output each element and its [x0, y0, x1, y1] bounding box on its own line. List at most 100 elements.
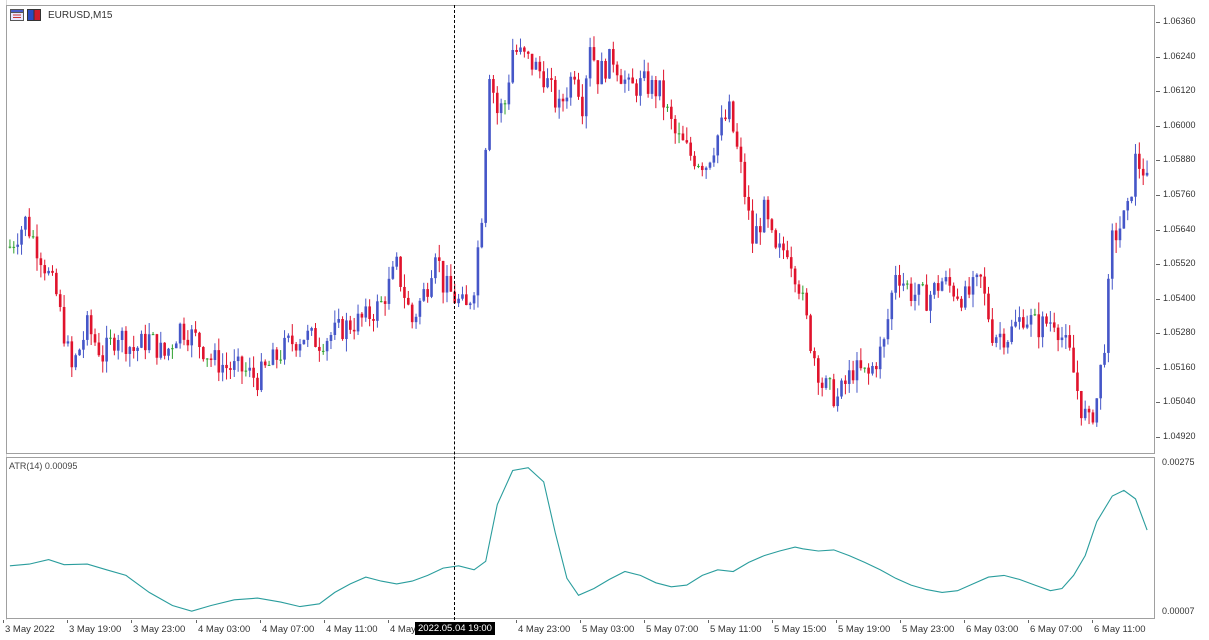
price-pane[interactable]: [6, 5, 1155, 454]
candle: [619, 68, 623, 85]
candle-body: [356, 313, 360, 332]
candle: [1045, 313, 1048, 327]
candle: [287, 333, 290, 343]
candle-body: [345, 320, 348, 340]
candle: [975, 273, 979, 287]
candle-body: [1037, 314, 1041, 338]
time-tick-label: 6 May 07:00: [1030, 624, 1083, 635]
candle-body: [225, 364, 228, 369]
candle-body: [434, 257, 437, 279]
candle: [1103, 344, 1106, 368]
candle-body: [379, 301, 383, 303]
price-tick-label: 1.06120: [1163, 85, 1196, 96]
candle-body: [666, 106, 669, 108]
candle: [828, 377, 832, 390]
candle-body: [174, 343, 178, 349]
candle-body: [1029, 315, 1033, 325]
atr-chart[interactable]: [7, 458, 1154, 618]
candle: [155, 333, 159, 365]
candle: [530, 53, 534, 76]
candle: [596, 60, 600, 94]
candle-body: [484, 149, 487, 223]
candle: [314, 323, 317, 348]
atr-axis[interactable]: 0.00275 0.00007: [1156, 456, 1209, 620]
candle-body: [557, 98, 561, 108]
candle-body: [159, 342, 163, 358]
candle: [298, 338, 302, 358]
candle: [639, 70, 642, 106]
price-tick-label: 1.05640: [1163, 223, 1196, 234]
candlestick-chart[interactable]: [7, 6, 1154, 453]
candle: [847, 360, 851, 393]
candle: [302, 339, 306, 345]
candle-body: [836, 396, 839, 407]
time-tick-label: 4 May 23:00: [518, 624, 571, 635]
candle: [940, 277, 944, 292]
candle-body: [693, 155, 696, 167]
candle: [345, 312, 348, 352]
candle: [163, 342, 166, 360]
candle: [519, 38, 522, 55]
candle-body: [205, 358, 209, 360]
candle: [47, 267, 50, 276]
candle: [426, 282, 429, 303]
candle-body: [1134, 153, 1137, 197]
candle-body: [813, 350, 816, 359]
chart-window[interactable]: EURUSD,M15 ATR(14) 0.00095 1.06360 1.0624…: [0, 0, 1209, 640]
candle: [310, 326, 313, 336]
candle-body: [1110, 230, 1114, 279]
candle-body: [685, 140, 689, 143]
candle-body: [1056, 327, 1060, 341]
candle-body: [318, 346, 321, 351]
candle: [290, 324, 294, 352]
candle: [739, 137, 743, 174]
candle: [480, 218, 484, 249]
candle-body: [658, 80, 662, 97]
candle-body: [975, 274, 979, 278]
candle: [642, 59, 646, 82]
candle: [174, 341, 178, 349]
price-axis[interactable]: 1.06360 1.06240 1.06120 1.06000 1.05880 1.057…: [1156, 0, 1209, 456]
candle-body: [209, 358, 213, 361]
price-tick-mark: [1156, 125, 1160, 127]
candle-body: [797, 284, 801, 294]
candle: [306, 324, 310, 348]
candle-body: [66, 341, 70, 344]
candle: [387, 266, 391, 310]
candle: [62, 295, 66, 347]
candle: [8, 239, 12, 249]
candle: [681, 125, 685, 141]
candle-body: [399, 256, 402, 287]
candle: [836, 388, 839, 412]
candle: [341, 316, 344, 341]
candle-body: [302, 339, 306, 345]
candle-body: [902, 283, 905, 286]
candle-body: [991, 319, 994, 343]
candle-body: [998, 333, 1002, 338]
candle-body: [93, 334, 97, 343]
candle: [468, 301, 472, 310]
atr-pane[interactable]: [6, 457, 1155, 619]
candle: [615, 61, 619, 82]
candle-body: [573, 76, 576, 80]
candle-body: [530, 53, 534, 70]
candle-body: [1025, 324, 1029, 328]
candle: [824, 375, 828, 390]
candle-body: [1138, 153, 1141, 169]
candle: [670, 99, 673, 130]
candle-body: [844, 380, 847, 384]
candle-body: [383, 301, 387, 304]
candle: [875, 362, 878, 378]
time-tick-mark: [644, 620, 645, 623]
candle-body: [871, 365, 874, 374]
time-axis[interactable]: 3 May 2022 3 May 19:00 3 May 23:00 4 May 03…: [0, 620, 1209, 640]
time-tick-mark: [772, 620, 773, 623]
candle: [66, 335, 70, 347]
candle-body: [828, 378, 832, 380]
candle: [205, 358, 209, 367]
candle: [140, 330, 143, 349]
price-tick-label: 1.05760: [1163, 188, 1196, 199]
chart-window-icon: [10, 9, 24, 21]
candle: [383, 296, 387, 316]
candle: [352, 317, 356, 340]
